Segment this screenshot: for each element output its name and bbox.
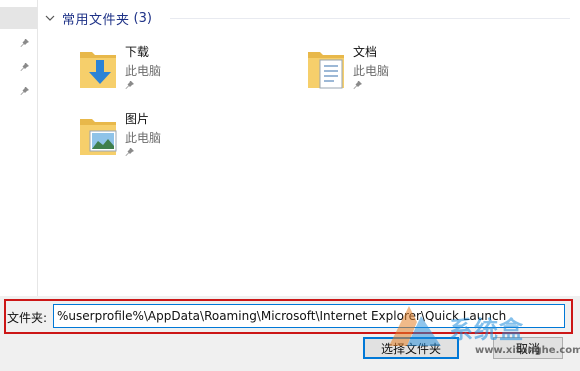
downloads-folder-icon bbox=[78, 46, 122, 92]
nav-selected-item[interactable] bbox=[0, 7, 37, 29]
pin-icon bbox=[20, 86, 30, 96]
folder-item-documents[interactable]: 文档 此电脑 bbox=[306, 42, 486, 98]
item-location: 此电脑 bbox=[125, 131, 162, 145]
item-location: 此电脑 bbox=[353, 64, 390, 78]
item-name: 下载 bbox=[125, 45, 150, 59]
folder-path-input[interactable]: %userprofile%\AppData\Roaming\Microsoft\… bbox=[53, 304, 565, 328]
pin-icon bbox=[20, 38, 30, 48]
item-name: 图片 bbox=[125, 112, 150, 126]
pin-icon bbox=[125, 147, 135, 157]
select-folder-button[interactable]: 选择文件夹 bbox=[363, 337, 459, 359]
cancel-button[interactable]: 取消 bbox=[493, 337, 563, 359]
pin-icon bbox=[353, 80, 363, 90]
section-header-frequent-folders[interactable]: 常用文件夹 (3) bbox=[44, 8, 152, 28]
item-location: 此电脑 bbox=[125, 64, 162, 78]
pictures-folder-icon bbox=[78, 113, 122, 159]
navigation-pane[interactable] bbox=[0, 0, 38, 296]
folder-label: 文件夹: bbox=[7, 311, 48, 325]
section-divider bbox=[170, 18, 570, 19]
pin-icon bbox=[20, 62, 30, 72]
chevron-down-icon[interactable] bbox=[44, 12, 56, 24]
section-count: (3) bbox=[133, 10, 152, 26]
section-title: 常用文件夹 bbox=[62, 12, 130, 28]
folder-item-downloads[interactable]: 下载 此电脑 bbox=[78, 42, 258, 98]
pin-icon bbox=[125, 80, 135, 90]
item-name: 文档 bbox=[353, 45, 378, 59]
documents-folder-icon bbox=[306, 46, 350, 92]
folder-item-pictures[interactable]: 图片 此电脑 bbox=[78, 109, 258, 165]
